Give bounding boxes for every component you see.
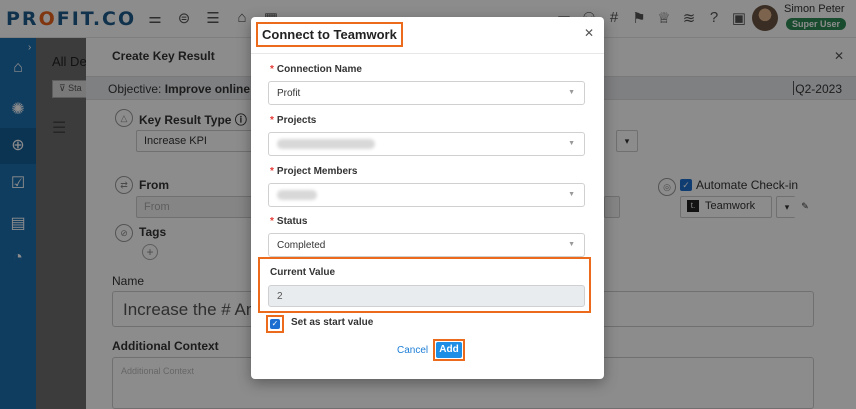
modal-title: Connect to Teamwork — [256, 22, 403, 47]
set-start-checkbox[interactable]: ✓ — [270, 319, 280, 329]
status-select[interactable]: Completed ▼ — [268, 233, 585, 257]
add-button[interactable]: Add — [436, 342, 462, 358]
close-icon[interactable]: ✕ — [584, 26, 594, 40]
connect-teamwork-modal: Connect to Teamwork ✕ * Connection Name P… — [251, 17, 604, 379]
connection-name-label: Connection Name — [276, 64, 362, 75]
chevron-down-icon: ▼ — [568, 191, 575, 198]
connection-name-select[interactable]: Profit ▼ — [268, 81, 585, 105]
project-members-select[interactable]: ▼ — [268, 183, 585, 207]
project-members-label: Project Members — [276, 166, 358, 177]
required-marker: * — [270, 64, 274, 75]
status-label: Status — [276, 216, 308, 227]
cancel-button[interactable]: Cancel — [397, 345, 428, 356]
chevron-down-icon: ▼ — [568, 140, 575, 147]
chevron-down-icon: ▼ — [568, 89, 575, 96]
status-value: Completed — [277, 240, 326, 251]
blurred-project-value — [277, 139, 375, 149]
connection-name-value: Profit — [277, 88, 301, 99]
start-value-highlight: ✓ — [266, 315, 284, 333]
required-marker: * — [270, 166, 274, 177]
required-marker: * — [270, 216, 274, 227]
divider — [251, 53, 604, 54]
chevron-down-icon: ▼ — [568, 241, 575, 248]
current-value-input[interactable]: 2 — [268, 285, 585, 307]
projects-select[interactable]: ▼ — [268, 132, 585, 156]
projects-label: Projects — [276, 115, 317, 126]
blurred-member-value — [277, 190, 317, 200]
set-start-label: Set as start value — [291, 317, 374, 328]
add-button-highlight: Add — [433, 339, 465, 361]
current-value-label: Current Value — [270, 267, 336, 278]
required-marker: * — [270, 115, 274, 126]
